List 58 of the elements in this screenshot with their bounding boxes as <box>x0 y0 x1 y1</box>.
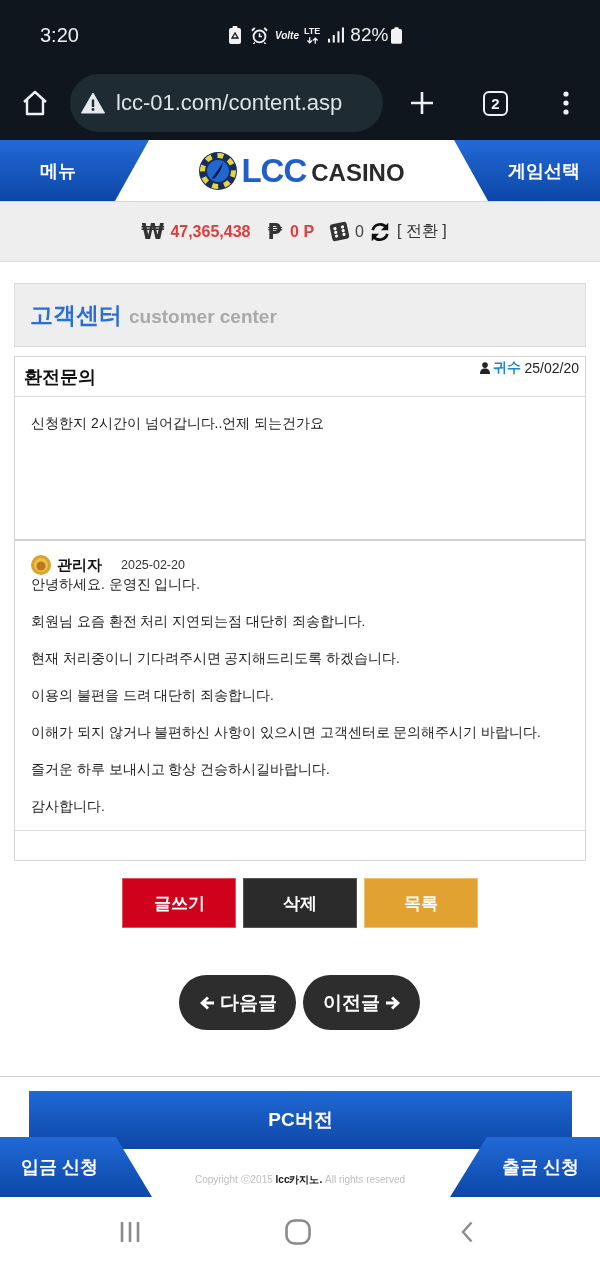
avatar-icon <box>31 555 51 575</box>
warning-icon <box>81 92 105 114</box>
home-icon[interactable] <box>22 90 48 116</box>
reply-date: 2025-02-20 <box>121 558 185 572</box>
new-tab-icon[interactable] <box>410 91 434 115</box>
convert-link[interactable]: [ 전환 ] <box>397 221 447 242</box>
reply-paragraph: 안녕하세요. 운영진 입니다. <box>31 576 201 594</box>
reply-paragraph: 이해가 되지 않거나 불편하신 사항이 있으시면 고객센터로 문의해주시기 바랍니다. <box>31 724 542 742</box>
post-date: 25/02/20 <box>524 360 579 376</box>
currency-symbol: ₩ <box>141 219 165 244</box>
reply-paragraph: 이용의 불편을 드려 대단히 죄송합니다. <box>31 687 275 705</box>
deposit-button[interactable]: 입금 신청 <box>0 1137 152 1197</box>
recent-apps-icon[interactable] <box>120 1221 140 1243</box>
logo-text: LCC <box>241 151 307 190</box>
chip-count: 0 <box>355 222 364 241</box>
address-bar[interactable]: lcc-01.com/content.asp <box>70 74 383 132</box>
previous-post-button[interactable]: 이전글 <box>303 975 420 1030</box>
arrow-left-icon <box>198 994 215 1011</box>
post-body: 신청한지 2시간이 넘어갑니다..언제 되는건가요 <box>31 414 326 433</box>
status-time: 3:20 <box>40 23 79 47</box>
battery-saver-icon <box>228 26 241 44</box>
battery-icon <box>391 26 403 44</box>
dice-icon <box>329 221 351 242</box>
reply-paragraph: 현재 처리중이니 기다려주시면 공지해드리도록 하겠습니다. <box>31 650 401 668</box>
signal-icon <box>328 27 345 43</box>
pc-version-button[interactable]: PC버전 <box>29 1091 572 1149</box>
write-button[interactable]: 글쓰기 <box>122 878 236 928</box>
alarm-icon <box>250 26 268 44</box>
battery-percent: 82% <box>350 24 389 46</box>
withdraw-button[interactable]: 출금 신청 <box>450 1137 600 1197</box>
back-icon[interactable] <box>461 1221 473 1243</box>
home-button-icon[interactable] <box>285 1219 311 1245</box>
reply-paragraph: 감사합니다. <box>31 798 106 816</box>
section-subtitle: customer center <box>129 306 277 328</box>
point-symbol: ₱ <box>267 219 283 244</box>
delete-button[interactable]: 삭제 <box>243 878 357 928</box>
volte-indicator: Volte <box>274 29 299 41</box>
tab-switcher-button[interactable]: 2 <box>483 90 508 116</box>
user-icon <box>479 362 490 374</box>
next-post-button[interactable]: 다음글 <box>179 975 296 1030</box>
section-title: 고객센터 <box>30 301 122 329</box>
copyright-text: Copyright ⓒ2015 lcc카지노. All rights reserved <box>194 1174 406 1186</box>
refresh-icon[interactable] <box>369 220 391 243</box>
network-type: LTE <box>304 26 321 36</box>
post-author: 귀수 <box>492 359 521 377</box>
logo-subtitle: CASINO <box>311 159 405 187</box>
post-title: 환전문의 <box>24 365 96 389</box>
game-select-button[interactable]: 게임선택 <box>488 140 600 201</box>
reply-author: 관리자 <box>57 555 102 575</box>
data-arrows-icon <box>305 36 319 44</box>
menu-icon[interactable] <box>563 91 569 115</box>
reply-paragraph: 즐거운 하루 보내시고 항상 건승하시길바랍니다. <box>31 761 331 779</box>
reply-paragraph: 회원님 요즘 환전 처리 지연되는점 대단히 죄송합니다. <box>31 613 367 631</box>
arrow-right-icon <box>384 994 401 1011</box>
point-amount: 0 P <box>290 222 315 241</box>
poker-chip-icon <box>198 150 239 191</box>
menu-button[interactable]: 메뉴 <box>0 140 115 201</box>
money-amount: 47,365,438 <box>170 222 251 241</box>
